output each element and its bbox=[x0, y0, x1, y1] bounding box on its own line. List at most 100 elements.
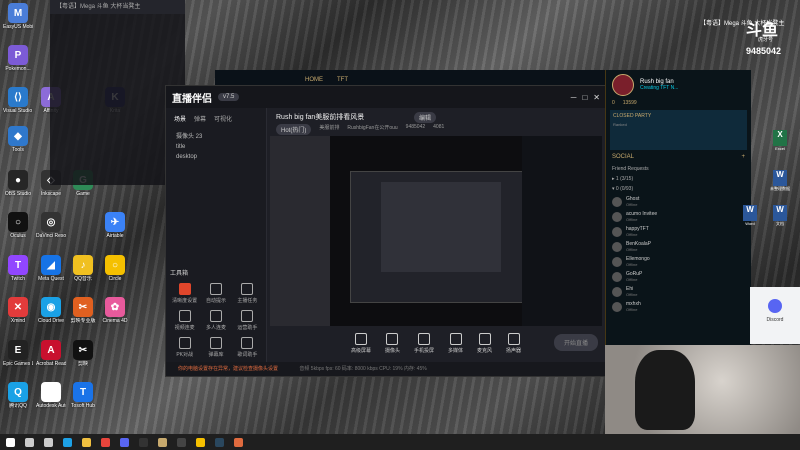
discord-widget[interactable]: Discord bbox=[750, 287, 800, 344]
desktop-icon[interactable]: ✕ Xmind bbox=[3, 297, 33, 324]
desktop-icon[interactable]: AAcrobat Reader DC bbox=[36, 340, 66, 367]
desktop-icon[interactable]: ✈ Airtable bbox=[100, 212, 130, 239]
tool-button[interactable]: PK对战 bbox=[170, 337, 199, 358]
desktop-icon[interactable]: ✿ Cinema 4D bbox=[100, 297, 130, 324]
search-icon[interactable] bbox=[25, 437, 34, 447]
friend-item[interactable]: Ellemongo Offline bbox=[606, 254, 751, 269]
close-icon[interactable]: ✕ bbox=[593, 93, 600, 102]
nav-tft[interactable]: TFT bbox=[337, 77, 348, 83]
desktop-doc[interactable]: W 文档 bbox=[770, 205, 790, 226]
notice-text[interactable]: 你的电脑设置存在异常，建议检查摄像头设置 bbox=[178, 366, 278, 372]
group-header[interactable]: ▸ 1 (3/15) bbox=[606, 174, 751, 184]
desktop-icon[interactable]: ◢ Meta Quest bbox=[36, 255, 66, 282]
friend-status: Offline bbox=[626, 247, 638, 252]
desktop-icon[interactable]: ○ Oculus bbox=[3, 212, 33, 239]
friend-item[interactable]: BenKoalaP Offline bbox=[606, 239, 751, 254]
desktop-icon[interactable]: ○ Circle bbox=[100, 255, 130, 282]
scene-item[interactable]: 摄像头 23 bbox=[166, 129, 266, 142]
desktop-icon[interactable]: ✂ 剪映专业版 bbox=[68, 297, 98, 324]
tab-danmaku[interactable]: 弹幕 bbox=[194, 114, 206, 123]
steam-icon[interactable] bbox=[215, 437, 224, 447]
discord-icon[interactable] bbox=[120, 437, 129, 447]
toolbox-title: 工具箱 bbox=[170, 271, 189, 277]
nav-home[interactable]: HOME bbox=[305, 77, 323, 83]
desktop-icon[interactable]: EEpic Games Launcher bbox=[3, 340, 33, 367]
source-icon bbox=[478, 332, 491, 345]
tool-label: 自动提示 bbox=[205, 298, 226, 304]
social-label: SOCIAL bbox=[612, 154, 635, 160]
tool-button[interactable]: 歌词助手 bbox=[233, 337, 262, 358]
tool-button[interactable]: 弹幕库 bbox=[201, 337, 230, 358]
circle-app-icon[interactable] bbox=[196, 437, 205, 447]
tool-label: 运营助手 bbox=[237, 325, 258, 331]
tool-button[interactable]: 运营助手 bbox=[233, 310, 262, 331]
desktop-icon[interactable]: T Tosoft Hub bbox=[68, 382, 98, 409]
desktop-icon[interactable]: P Pokemon... bbox=[3, 45, 33, 72]
source-button[interactable]: 摄像头 bbox=[385, 332, 400, 354]
friend-requests[interactable]: Friend Requests bbox=[606, 164, 751, 174]
preview-nested-inner bbox=[381, 182, 501, 272]
desktop-doc[interactable]: W 未整理数据 bbox=[770, 170, 790, 191]
desktop-icon[interactable]: ◆ Tools bbox=[3, 126, 33, 153]
source-button[interactable]: 手机投屏 bbox=[414, 332, 434, 354]
source-button[interactable]: 高级屏幕 bbox=[351, 332, 371, 354]
streamer-figure bbox=[635, 350, 695, 430]
tool-button[interactable]: 自动提示 bbox=[201, 283, 230, 304]
tool-button[interactable]: 视频连麦 bbox=[170, 310, 199, 331]
desktop-icon[interactable]: ✂ 剪映 bbox=[68, 340, 98, 367]
task-view-icon[interactable] bbox=[44, 437, 53, 447]
desktop-icon[interactable]: ● OBS Studio bbox=[3, 170, 33, 197]
source-button[interactable]: 扬声器 bbox=[506, 332, 521, 354]
scene-item[interactable]: desktop bbox=[166, 152, 266, 162]
stream-title[interactable]: Rush big fan美服前排看风景 bbox=[276, 112, 364, 122]
source-button[interactable]: 麦克风 bbox=[477, 332, 492, 354]
start-icon[interactable] bbox=[6, 437, 15, 447]
source-button[interactable]: 多媒体 bbox=[448, 332, 463, 354]
chrome-icon[interactable] bbox=[101, 437, 110, 447]
group-header[interactable]: ▾ 0 (0/93) bbox=[606, 184, 751, 194]
friend-item[interactable]: happyTFT Offline bbox=[606, 224, 751, 239]
lol-icon[interactable] bbox=[158, 437, 167, 447]
desktop-icon[interactable]: T Twitch bbox=[3, 255, 33, 282]
start-live-button[interactable]: 开始直播 bbox=[553, 334, 598, 351]
edit-title-button[interactable]: 编辑 bbox=[414, 112, 437, 123]
obs-icon[interactable] bbox=[177, 437, 186, 447]
friend-item[interactable]: Ghost Offline bbox=[606, 194, 751, 209]
streamer-icon[interactable] bbox=[234, 437, 243, 447]
desktop-icon[interactable]: ♪ QQ音乐 bbox=[68, 255, 98, 282]
friend-item[interactable]: GoRuP Offline bbox=[606, 269, 751, 284]
tool-button[interactable]: 多人连麦 bbox=[201, 310, 230, 331]
scene-item[interactable]: title bbox=[166, 142, 266, 152]
desktop-icon[interactable]: ⟨⟩Visual Studio Code bbox=[3, 87, 33, 114]
minimize-icon[interactable]: ─ bbox=[571, 93, 577, 102]
desktop-icon[interactable]: Q 腾讯QQ bbox=[3, 382, 33, 409]
friend-item[interactable]: Ehi Offline bbox=[606, 284, 751, 299]
friend-item[interactable]: mxhxh Offline bbox=[606, 299, 751, 314]
friend-item[interactable]: acumo Invitee Offline bbox=[606, 209, 751, 224]
desktop-doc[interactable]: W Word bbox=[740, 205, 760, 226]
preview-nested-window bbox=[350, 171, 532, 303]
desktop-icon[interactable]: ◎DaVinci Resolve bbox=[36, 212, 66, 239]
source-icon bbox=[449, 332, 462, 345]
desktop-icon-label: Oculus bbox=[10, 233, 26, 239]
app-icon: T bbox=[73, 382, 93, 402]
desktop-doc[interactable]: X Excel bbox=[770, 130, 790, 151]
tab-scene[interactable]: 场景 bbox=[174, 114, 186, 123]
tab-visual[interactable]: 可视化 bbox=[214, 114, 232, 123]
desktop-icon[interactable]: ◉ Cloud Drive bbox=[36, 297, 66, 324]
source-toolbar: 高级屏幕 摄像头 手机投屏 多媒体 麦克风 扬声器 bbox=[270, 328, 602, 358]
tiktok-icon[interactable] bbox=[139, 437, 148, 447]
friend-status: Offline bbox=[626, 232, 638, 237]
explorer-icon[interactable] bbox=[82, 437, 91, 447]
category-pill[interactable]: Hot(热门) bbox=[276, 124, 312, 135]
friend-avatar bbox=[612, 211, 622, 222]
desktop-icon[interactable]: MEasyUS MobiMover bbox=[3, 3, 33, 30]
desktop-icon[interactable]: AAutodesk Autodesk bbox=[36, 382, 66, 409]
party-sub: Ranked bbox=[613, 122, 627, 127]
edge-icon[interactable] bbox=[63, 437, 72, 447]
tool-button[interactable]: 清晰度设置 bbox=[170, 283, 199, 304]
avatar[interactable] bbox=[612, 74, 634, 96]
tool-button[interactable]: 主播任务 bbox=[233, 283, 262, 304]
maximize-icon[interactable]: □ bbox=[582, 93, 587, 102]
add-friend-icon[interactable]: + bbox=[741, 154, 745, 160]
